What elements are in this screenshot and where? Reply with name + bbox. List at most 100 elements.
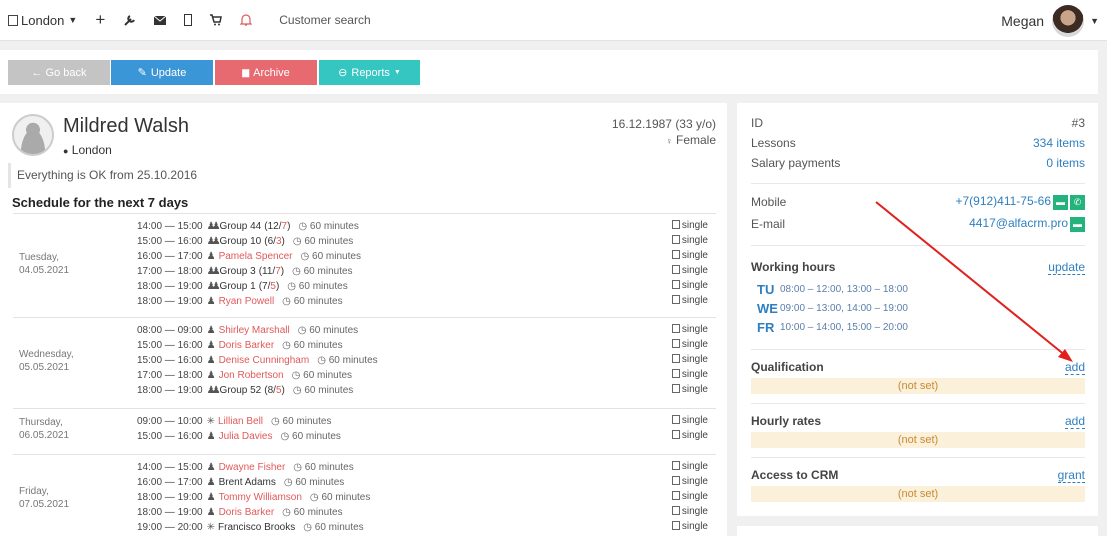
lesson-row[interactable]: 18:00 — 19:00 ♟♟ Group 52 (8/5) ◷ 60 minutes xyxy=(137,383,707,398)
notifications-button[interactable] xyxy=(231,0,261,41)
student-link[interactable]: Shirley Marshall xyxy=(219,325,290,336)
qualification-add-link[interactable]: add xyxy=(1064,360,1085,375)
student-link[interactable]: Doris Barker xyxy=(219,507,275,518)
working-hours-row: FR 10:00 – 14:00, 15:00 – 20:00 xyxy=(757,320,908,335)
teacher-name: Mildred Walsh xyxy=(63,115,189,137)
single-checkbox[interactable]: single xyxy=(671,384,708,395)
working-hours-row: TU 08:00 – 12:00, 13:00 – 18:00 xyxy=(757,282,908,297)
branch-selector[interactable]: London ▼ xyxy=(0,0,86,41)
single-checkbox[interactable]: single xyxy=(671,354,708,365)
cart-button[interactable] xyxy=(201,0,231,41)
group-icon: ♟♟ xyxy=(206,266,221,277)
trial-icon: ✳ xyxy=(206,522,215,533)
single-checkbox[interactable]: single xyxy=(671,250,708,261)
lesson-row[interactable]: 18:00 — 19:00 ♟ Tommy Williamson ◷ 60 minut… xyxy=(137,490,707,505)
call-button[interactable]: ✆ xyxy=(1070,194,1085,210)
lesson-row[interactable]: 18:00 — 19:00 ♟ Ryan Powell ◷ 60 minutes xyxy=(137,294,707,309)
single-label: single xyxy=(681,235,708,246)
group-link[interactable]: Group 10 xyxy=(220,236,262,247)
single-checkbox[interactable]: single xyxy=(671,235,708,246)
student-link[interactable]: Ryan Powell xyxy=(219,296,275,307)
salary-link[interactable]: 0 items xyxy=(1046,156,1085,170)
reports-button[interactable]: ⊖ Reports ▼ xyxy=(319,60,420,85)
single-checkbox[interactable]: single xyxy=(671,324,708,335)
student-link[interactable]: Doris Barker xyxy=(219,340,275,351)
lesson-row[interactable]: 08:00 — 09:00 ♟ Shirley Marshall ◷ 60 minut… xyxy=(137,323,707,338)
single-checkbox[interactable]: single xyxy=(671,220,708,231)
settings-button[interactable] xyxy=(114,0,145,41)
mail-button[interactable] xyxy=(145,0,175,41)
lesson-row[interactable]: 18:00 — 19:00 ♟♟ Group 1 (7/5) ◷ 60 minutes xyxy=(137,279,707,294)
single-checkbox[interactable]: single xyxy=(671,506,708,517)
student-link[interactable]: Francisco Brooks xyxy=(218,522,295,533)
divider xyxy=(751,349,1085,350)
update-button[interactable]: ✎ Update xyxy=(111,60,213,85)
sms-button[interactable]: ▬ xyxy=(1053,194,1068,210)
send-email-button[interactable]: ▬ xyxy=(1070,216,1085,232)
lesson-row[interactable]: 17:00 — 18:00 ♟♟ Group 3 (11/7) ◷ 60 minutes xyxy=(137,264,707,279)
single-checkbox[interactable]: single xyxy=(671,280,708,291)
student-link[interactable]: Dwayne Fisher xyxy=(219,462,286,473)
archive-button[interactable]: ▆ Archive xyxy=(215,60,317,85)
single-checkbox[interactable]: single xyxy=(671,476,708,487)
student-link[interactable]: Brent Adams xyxy=(219,477,276,488)
student-link[interactable]: Denise Cunningham xyxy=(219,355,310,366)
student-link[interactable]: Tommy Williamson xyxy=(219,492,302,503)
student-link[interactable]: Pamela Spencer xyxy=(219,251,293,262)
single-checkbox[interactable]: single xyxy=(671,491,708,502)
lesson-row[interactable]: 15:00 — 16:00 ♟ Doris Barker ◷ 60 minutes xyxy=(137,338,707,353)
lesson-row[interactable]: 17:00 — 18:00 ♟ Jon Robertson ◷ 60 minutes xyxy=(137,368,707,383)
working-day: FR xyxy=(757,320,775,335)
clock-icon: ◷ xyxy=(271,416,283,427)
single-checkbox[interactable]: single xyxy=(671,265,708,276)
student-link[interactable]: Julia Davies xyxy=(219,431,273,442)
go-back-button[interactable]: ← Go back xyxy=(8,60,110,85)
user-menu[interactable]: Megan ▼ xyxy=(1001,0,1107,41)
lessons-link[interactable]: 334 items xyxy=(1033,136,1085,150)
group-link[interactable]: Group 1 xyxy=(220,281,256,292)
crm-access-grant-link[interactable]: grant xyxy=(1057,468,1085,483)
lesson-row[interactable]: 15:00 — 16:00 ♟♟ Group 10 (6/3) ◷ 60 minutes xyxy=(137,234,707,249)
phone-button[interactable] xyxy=(175,0,201,41)
group-link[interactable]: Group 44 xyxy=(220,221,262,232)
lesson-row[interactable]: 15:00 — 16:00 ♟ Julia Davies ◷ 60 minutes xyxy=(137,429,707,444)
lesson-row[interactable]: 16:00 — 17:00 ♟ Brent Adams ◷ 60 minutes xyxy=(137,475,707,490)
hourly-rates-add-link[interactable]: add xyxy=(1064,414,1085,429)
lesson-row[interactable]: 19:00 — 20:00 ✳ Francisco Brooks ◷ 60 minut… xyxy=(137,520,707,535)
checkbox-icon xyxy=(671,265,680,274)
student-link[interactable]: Lillian Bell xyxy=(218,416,263,427)
lesson-duration-value: 60 minutes xyxy=(303,370,353,381)
lesson-duration-value: 60 minutes xyxy=(298,281,348,292)
single-checkbox[interactable]: single xyxy=(671,369,708,380)
lesson-duration: ◷ 60 minutes xyxy=(282,507,342,518)
lesson-row[interactable]: 18:00 — 19:00 ♟ Doris Barker ◷ 60 minutes xyxy=(137,505,707,520)
single-checkbox[interactable]: single xyxy=(671,521,708,532)
building-icon xyxy=(8,14,18,26)
lesson-time: 18:00 — 19:00 xyxy=(137,492,203,503)
single-checkbox[interactable]: single xyxy=(671,461,708,472)
lesson-row[interactable]: 09:00 — 10:00 ✳ Lillian Bell ◷ 60 minutes xyxy=(137,414,707,429)
gender-label: Female xyxy=(675,133,716,147)
single-checkbox[interactable]: single xyxy=(671,295,708,306)
email-value[interactable]: 4417@alfacrm.pro xyxy=(969,216,1068,230)
customer-search[interactable]: Customer search xyxy=(261,0,379,41)
student-link[interactable]: Jon Robertson xyxy=(219,370,284,381)
mobile-value[interactable]: +7(912)411-75-66 xyxy=(955,194,1051,208)
single-label: single xyxy=(681,369,708,380)
lesson-row[interactable]: 14:00 — 15:00 ♟♟ Group 44 (12/7) ◷ 60 minute… xyxy=(137,219,707,234)
single-checkbox[interactable]: single xyxy=(671,415,708,426)
single-checkbox[interactable]: single xyxy=(671,339,708,350)
lesson-row[interactable]: 15:00 — 16:00 ♟ Denise Cunningham ◷ 60 minu… xyxy=(137,353,707,368)
lesson-duration: ◷ 60 minutes xyxy=(271,416,331,427)
add-button[interactable]: + xyxy=(86,0,114,41)
lesson-row[interactable]: 14:00 — 15:00 ♟ Dwayne Fisher ◷ 60 minutes xyxy=(137,460,707,475)
id-value: #3 xyxy=(1071,116,1085,130)
lesson-time: 15:00 — 16:00 xyxy=(137,236,203,247)
checkbox-icon xyxy=(671,476,680,485)
single-checkbox[interactable]: single xyxy=(671,430,708,441)
lesson-row[interactable]: 16:00 — 17:00 ♟ Pamela Spencer ◷ 60 minutes xyxy=(137,249,707,264)
single-label: single xyxy=(681,491,708,502)
group-link[interactable]: Group 3 xyxy=(220,266,256,277)
working-hours-update-link[interactable]: update xyxy=(1048,260,1085,275)
group-link[interactable]: Group 52 xyxy=(220,385,262,396)
